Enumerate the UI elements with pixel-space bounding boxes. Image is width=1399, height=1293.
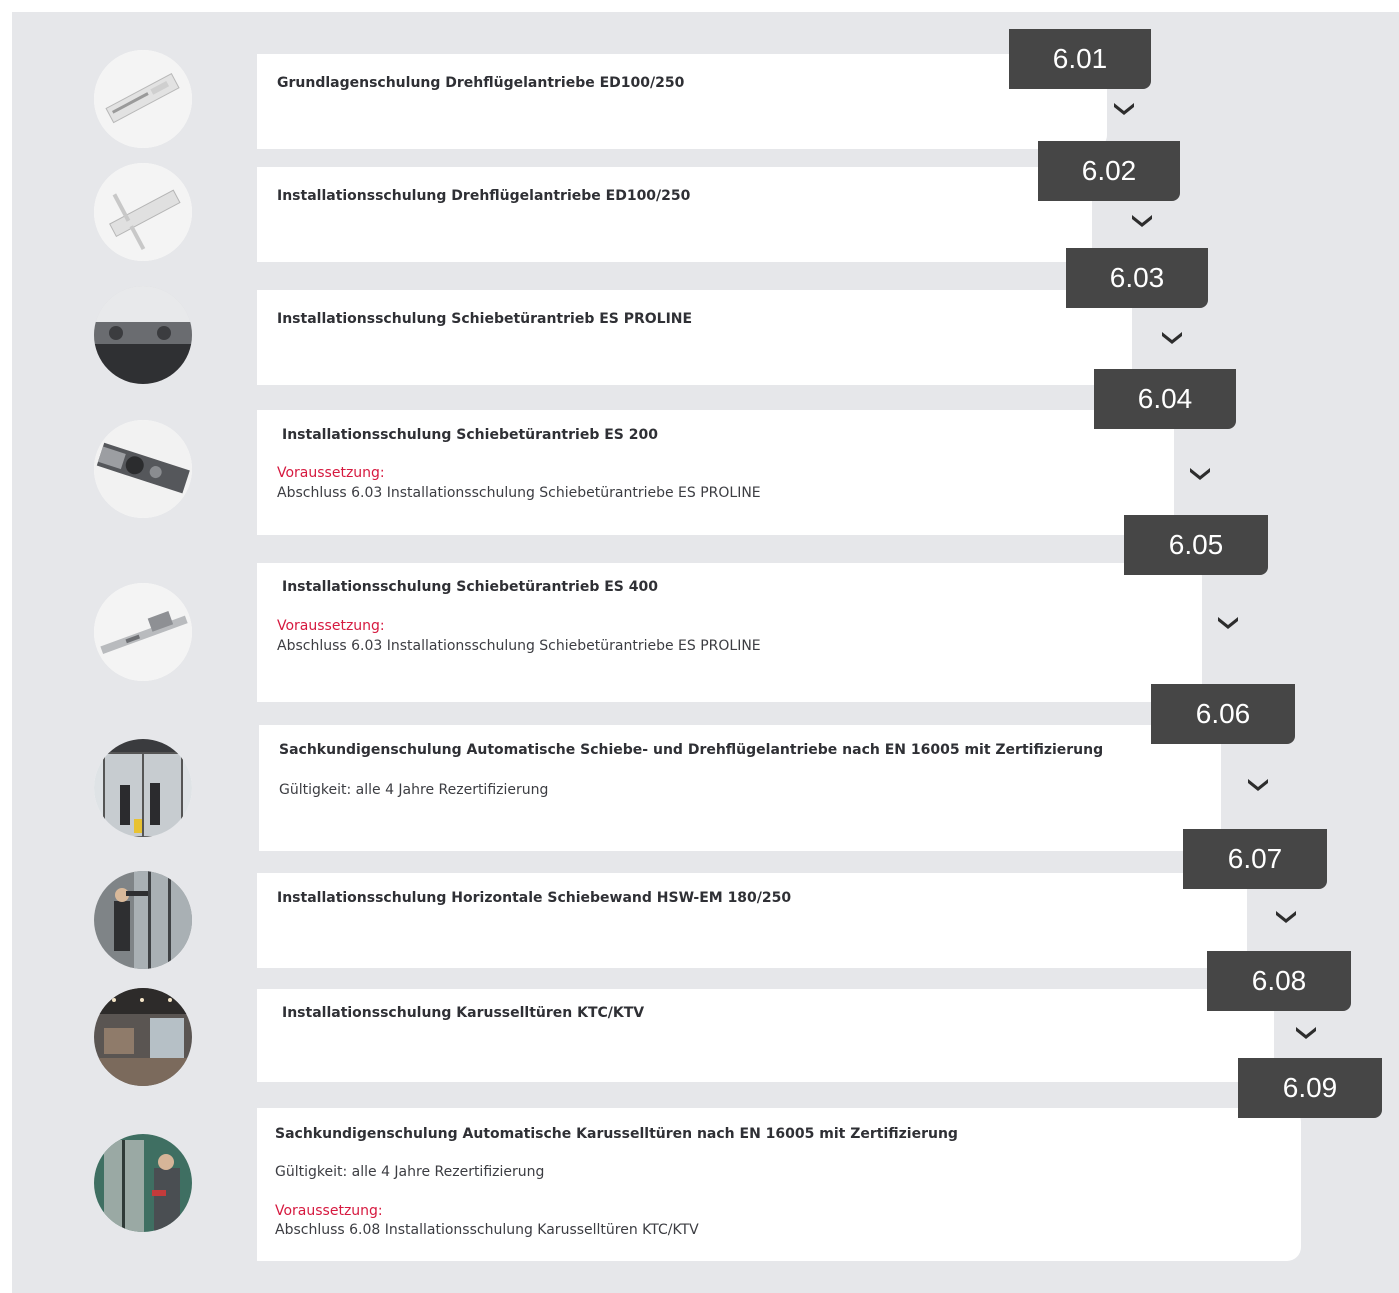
course-title: Installationsschulung Horizontale Schieb… [277,890,792,906]
course-thumbnail [94,871,192,969]
course-number-tab: 6.07 [1183,829,1327,889]
course-card[interactable]: Installationsschulung Karusselltüren KTC… [257,989,1274,1082]
chevron-down-icon[interactable] [1272,908,1300,926]
course-title: Grundlagenschulung Drehflügelantriebe ED… [277,75,685,91]
course-number-tab: 6.08 [1207,951,1351,1011]
course-number-tab: 6.06 [1151,684,1295,744]
course-card[interactable]: Sachkundigenschulung Automatische Schieb… [259,725,1221,851]
course-title: Installationsschulung Schiebetürantrieb … [282,579,658,595]
course-title: Installationsschulung Schiebetürantrieb … [277,311,693,327]
course-title: Installationsschulung Schiebetürantrieb … [282,427,658,443]
requirement-label: Voraussetzung: [277,618,385,634]
course-card[interactable]: Installationsschulung Drehflügelantriebe… [257,167,1092,262]
course-title: Sachkundigenschulung Automatische Karuss… [275,1126,958,1142]
chevron-down-icon[interactable] [1128,212,1156,230]
chevron-down-icon[interactable] [1244,776,1272,794]
course-number-tab: 6.09 [1238,1058,1382,1118]
course-number-tab: 6.04 [1094,369,1236,429]
course-thumbnail [94,988,192,1086]
course-card[interactable]: Sachkundigenschulung Automatische Karuss… [257,1108,1301,1261]
requirement-label: Voraussetzung: [275,1203,383,1219]
course-number-tab: 6.05 [1124,515,1268,575]
course-card[interactable]: Installationsschulung Schiebetürantrieb … [257,290,1132,385]
course-thumbnail [94,50,192,148]
chevron-down-icon[interactable] [1292,1024,1320,1042]
course-number-tab: 6.01 [1009,29,1151,89]
requirement-text: Abschluss 6.03 Installationsschulung Sch… [277,638,761,654]
course-number-tab: 6.02 [1038,141,1180,201]
course-title: Installationsschulung Drehflügelantriebe… [277,188,691,204]
requirement-label: Voraussetzung: [277,465,385,481]
validity-text: Gültigkeit: alle 4 Jahre Rezertifizierun… [279,782,549,798]
chevron-down-icon[interactable] [1158,329,1186,347]
course-card[interactable]: Grundlagenschulung Drehflügelantriebe ED… [257,54,1107,149]
course-thumbnail [94,583,192,681]
course-card[interactable]: Installationsschulung Schiebetürantrieb … [257,563,1202,702]
requirement-text: Abschluss 6.08 Installationsschulung Kar… [275,1222,699,1238]
course-title: Installationsschulung Karusselltüren KTC… [282,1005,645,1021]
course-number-tab: 6.03 [1066,248,1208,308]
requirement-text: Abschluss 6.03 Installationsschulung Sch… [277,485,761,501]
course-thumbnail [94,163,192,261]
course-thumbnail [94,1134,192,1232]
chevron-down-icon[interactable] [1214,614,1242,632]
chevron-down-icon[interactable] [1110,100,1138,118]
course-card[interactable]: Installationsschulung Horizontale Schieb… [257,873,1247,968]
course-card[interactable]: Installationsschulung Schiebetürantrieb … [257,410,1174,535]
validity-text: Gültigkeit: alle 4 Jahre Rezertifizierun… [275,1164,545,1180]
course-thumbnail [94,286,192,384]
course-thumbnail [94,739,192,837]
chevron-down-icon[interactable] [1186,465,1214,483]
course-thumbnail [94,420,192,518]
course-title: Sachkundigenschulung Automatische Schieb… [279,742,1104,758]
course-item: Sachkundigenschulung Automatische Karuss… [0,0,1399,1261]
